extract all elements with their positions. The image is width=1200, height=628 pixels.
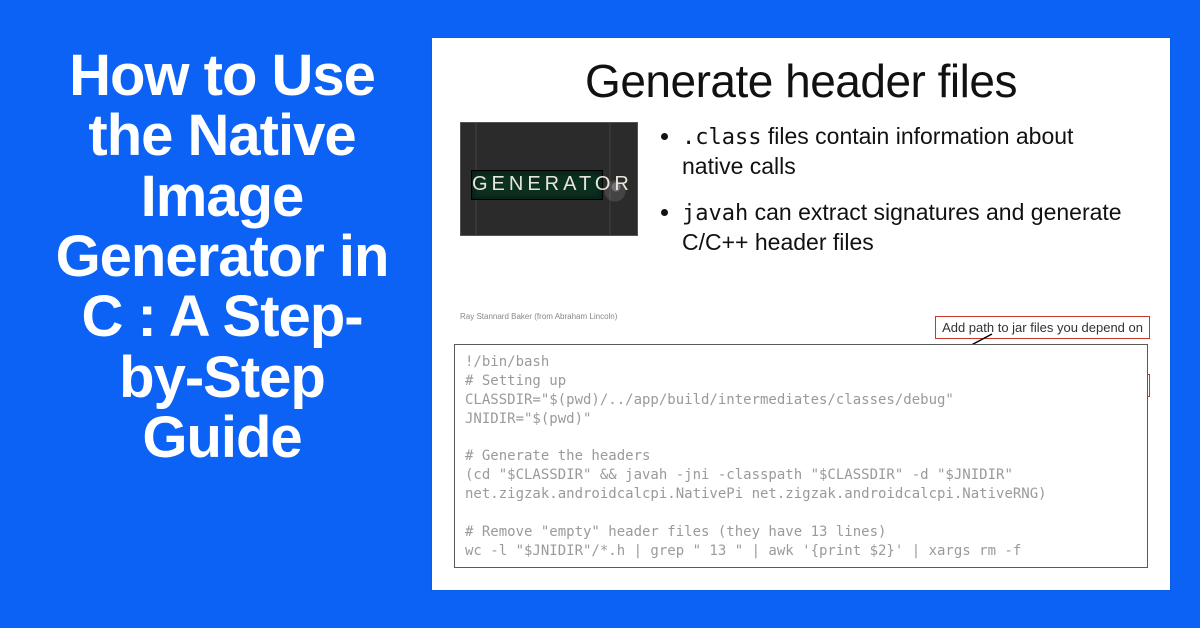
slide: Generate header files GENERATOR .class f… [432,38,1170,590]
slide-top-row: GENERATOR .class files contain informati… [432,108,1170,275]
slide-title: Generate header files [432,38,1170,108]
bullet-2-text: can extract signatures and generate C/C+… [682,199,1122,255]
image-caption: Ray Stannard Baker (from Abraham Lincoln… [460,312,617,321]
bullet-1-code: .class [682,125,761,150]
article-title: How to Use the Native Image Generator in… [40,46,404,468]
bullet-list: .class files contain information about n… [638,122,1122,275]
bullet-2-code: javah [682,201,748,226]
article-title-panel: How to Use the Native Image Generator in… [0,0,432,468]
generator-image: GENERATOR [460,122,638,236]
generator-image-label: GENERATOR [471,170,603,200]
shell-script: !/bin/bash # Setting up CLASSDIR="$(pwd)… [454,344,1148,568]
bullet-2: javah can extract signatures and generat… [682,198,1122,256]
bullet-1: .class files contain information about n… [682,122,1122,180]
callout-add-path: Add path to jar files you depend on [935,316,1150,339]
